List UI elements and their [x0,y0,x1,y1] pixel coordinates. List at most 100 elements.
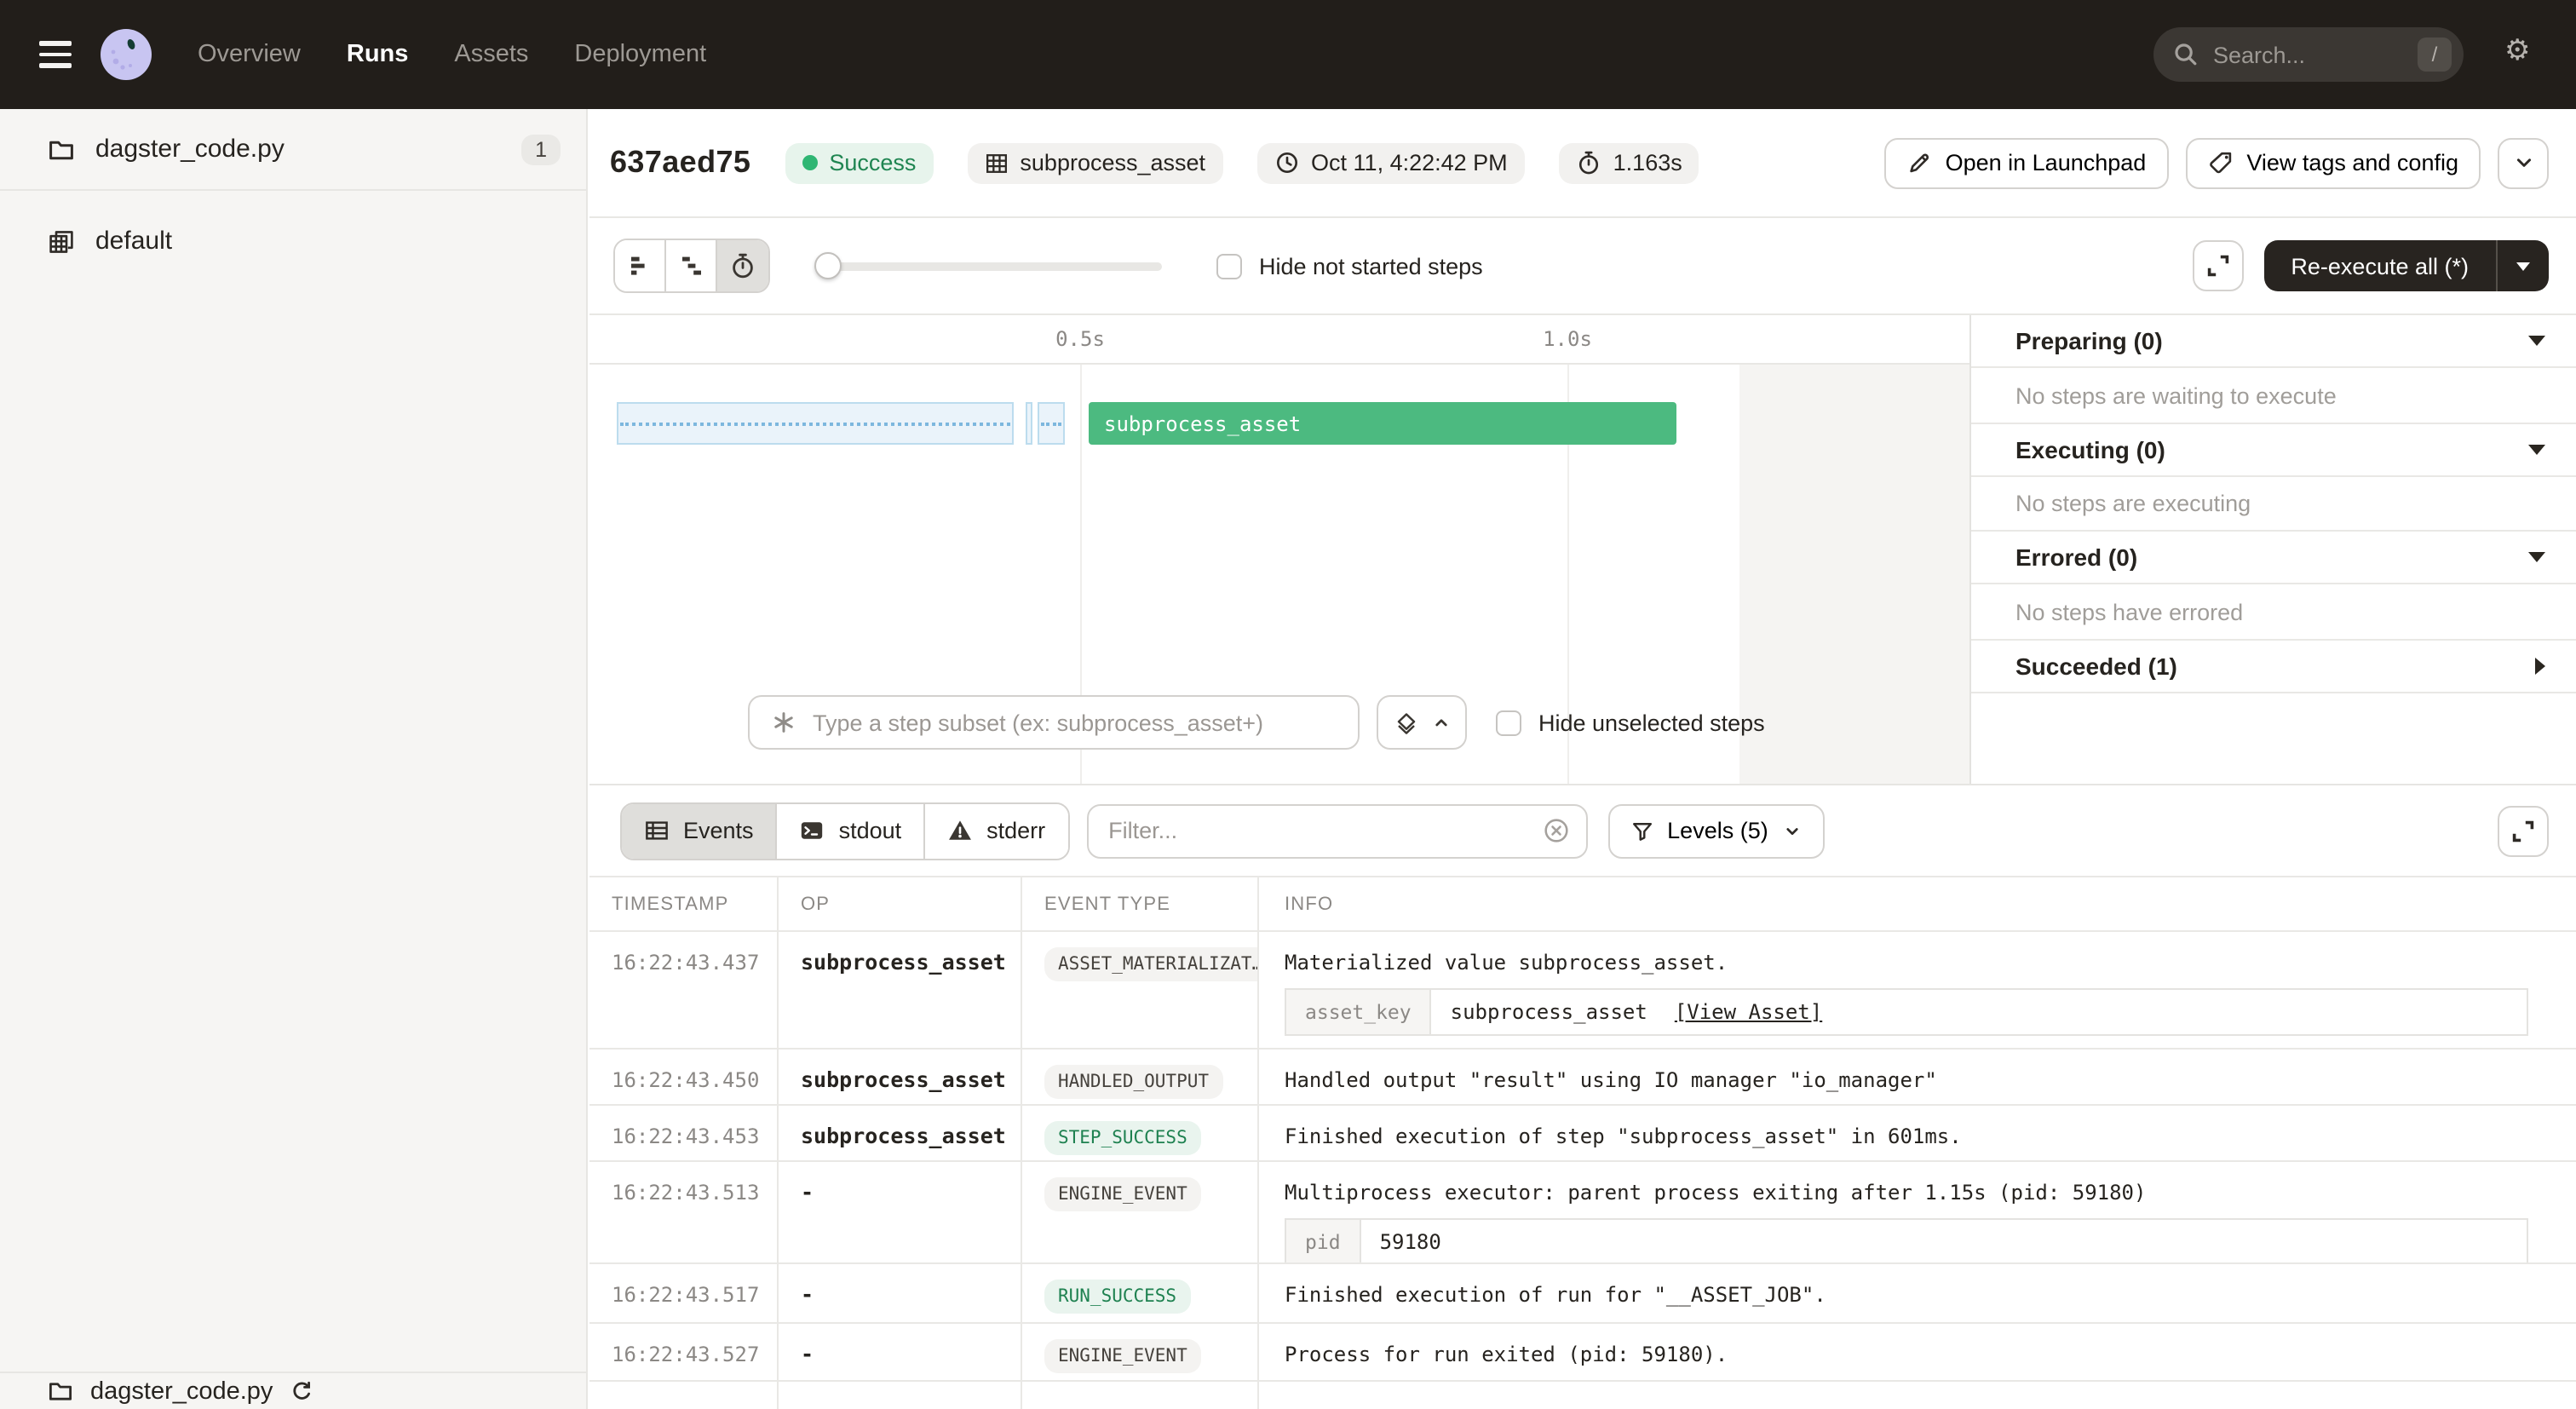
search-input[interactable] [2213,42,2404,67]
view-tags-config-button[interactable]: View tags and config [2185,137,2481,188]
panel-section-executing[interactable]: Executing (0) [1971,424,2576,477]
col-event-type: EVENT TYPE [1022,877,1259,930]
event-info: Finished execution of run for "__ASSET_J… [1285,1283,1826,1307]
slider-track[interactable] [814,262,1162,271]
event-info: Process for run exited (pid: 59180). [1285,1343,1728,1366]
event-info: Multiprocess executor: parent process ex… [1285,1181,2146,1205]
reexecute-all-button[interactable]: Re-execute all (*) [2263,240,2496,291]
hide-unselected-checkbox[interactable] [1496,710,1521,735]
tag-icon [2207,150,2233,175]
gantt-step-bar[interactable]: subprocess_asset [1089,402,1676,445]
job-icon [48,227,75,255]
panel-caption: No steps are waiting to execute [1971,368,2576,424]
chevron-down-icon [2510,150,2536,175]
gantt-zoom-slider[interactable] [814,240,1162,291]
col-info: INFO [1259,877,2576,930]
hide-unselected-label: Hide unselected steps [1538,710,1765,735]
levels-filter-button[interactable]: Levels (5) [1607,803,1825,858]
gear-icon[interactable]: ⚙ [2504,37,2531,66]
sidebar-item-default-job[interactable]: default [0,213,586,269]
panel-section-errored[interactable]: Errored (0) [1971,532,2576,584]
search-shortcut-badge: / [2418,37,2452,72]
open-in-launchpad-button[interactable]: Open in Launchpad [1884,137,2169,188]
step-subset-input[interactable] [813,710,1337,735]
event-op: subprocess_asset [801,1067,1006,1092]
hide-not-started-checkbox[interactable] [1216,253,1242,279]
event-timestamp: 16:22:43.527 [612,1343,759,1366]
main-nav: Overview Runs Assets Deployment [198,41,706,68]
status-dot-icon [802,155,817,170]
metadata-table: pid 59180 [1285,1218,2528,1262]
tab-stdout[interactable]: stdout [778,803,926,858]
metadata-table: asset_key subprocess_asset [View Asset] [1285,988,2528,1036]
tab-events[interactable]: Events [622,803,778,858]
view-mode-flat-button[interactable] [615,240,666,291]
event-type-chip: ASSET_MATERIALIZAT… [1044,947,1259,981]
table-row: 16:22:43.527 - ENGINE_EVENT Process for … [589,1324,2576,1382]
gantt-timeline-header: 0.5s 1.0s [589,315,1969,365]
hamburger-menu-icon[interactable] [39,42,72,67]
metadata-key: pid [1286,1220,1361,1262]
asset-tag[interactable]: subprocess_asset [967,142,1222,183]
warning-icon [947,818,973,843]
dagster-logo[interactable] [101,29,152,80]
log-filter-box[interactable] [1086,803,1587,858]
job-count-badge: 1 [521,134,561,164]
gantt-toolbar: Hide not started steps Re-execute all (*… [589,218,2576,315]
log-filter-input[interactable] [1108,818,1541,843]
funnel-icon [1630,819,1653,843]
col-op: OP [779,877,1022,930]
event-op: - [801,1179,814,1205]
view-mode-timed-button[interactable] [717,240,768,291]
panel-section-preparing[interactable]: Preparing (0) [1971,315,2576,368]
caret-down-icon [2528,445,2545,455]
log-tabs: Events stdout [620,802,1069,860]
gantt-fullscreen-button[interactable] [2192,240,2243,291]
gantt-toolbar-right: Re-execute all (*) [2192,240,2549,291]
hide-unselected-control: Hide unselected steps [1496,710,1765,735]
folder-icon [48,135,75,163]
event-info: Materialized value subprocess_asset. [1285,951,1728,975]
event-op: subprocess_asset [801,949,1006,975]
sidebar-code-location[interactable]: dagster_code.py 1 [0,109,586,191]
step-status-panel: Preparing (0) No steps are waiting to ex… [1969,315,2576,784]
reload-icon[interactable] [290,1379,313,1403]
sidebar: dagster_code.py 1 default dagster_code.p… [0,109,588,1409]
code-location-label: dagster_code.py [95,135,285,164]
tab-stderr[interactable]: stderr [925,803,1067,858]
hide-not-started-control: Hide not started steps [1216,253,1483,279]
run-more-actions-button[interactable] [2498,137,2549,188]
panel-section-succeeded[interactable]: Succeeded (1) [1971,641,2576,693]
log-toolbar: Events stdout [589,785,2576,876]
event-type-chip: ENGINE_EVENT [1044,1177,1201,1211]
event-type-chip: ENGINE_EVENT [1044,1339,1201,1373]
step-subset-inputbox[interactable] [748,695,1360,750]
nav-item-deployment[interactable]: Deployment [574,41,706,68]
nav-item-assets[interactable]: Assets [454,41,528,68]
graph-query-toggle-button[interactable] [1377,695,1467,750]
layers-icon [1393,710,1418,735]
clear-filter-icon[interactable] [1541,816,1570,845]
view-asset-link[interactable]: [View Asset] [1675,1000,1822,1024]
event-timestamp: 16:22:43.450 [612,1068,759,1092]
timeline-tick: 0.5s [1055,327,1105,351]
event-type-chip: STEP_SUCCESS [1044,1121,1201,1155]
expand-icon [2204,252,2231,279]
gantt-chart: subprocess_asset [589,365,1969,784]
nav-item-runs[interactable]: Runs [347,41,409,68]
caret-right-icon [2535,658,2545,675]
nav-item-overview[interactable]: Overview [198,41,301,68]
global-search[interactable]: / [2153,27,2464,82]
top-nav: Overview Runs Assets Deployment / ⚙ [0,0,2576,109]
log-fullscreen-button[interactable] [2498,805,2549,856]
table-row: 16:22:43.437 subprocess_asset ASSET_MATE… [589,932,2576,1050]
folder-icon [48,1378,73,1404]
slider-knob[interactable] [814,252,842,279]
grid-icon [984,151,1008,175]
reexecute-options-button[interactable] [2498,240,2549,291]
table-row: 16:22:43.513 - ENGINE_EVENT Multiprocess… [589,1162,2576,1264]
view-mode-waterfall-button[interactable] [666,240,717,291]
metadata-value: 59180 [1380,1230,1441,1254]
stopwatch-icon [1576,150,1601,175]
status-badge: Success [785,142,933,183]
